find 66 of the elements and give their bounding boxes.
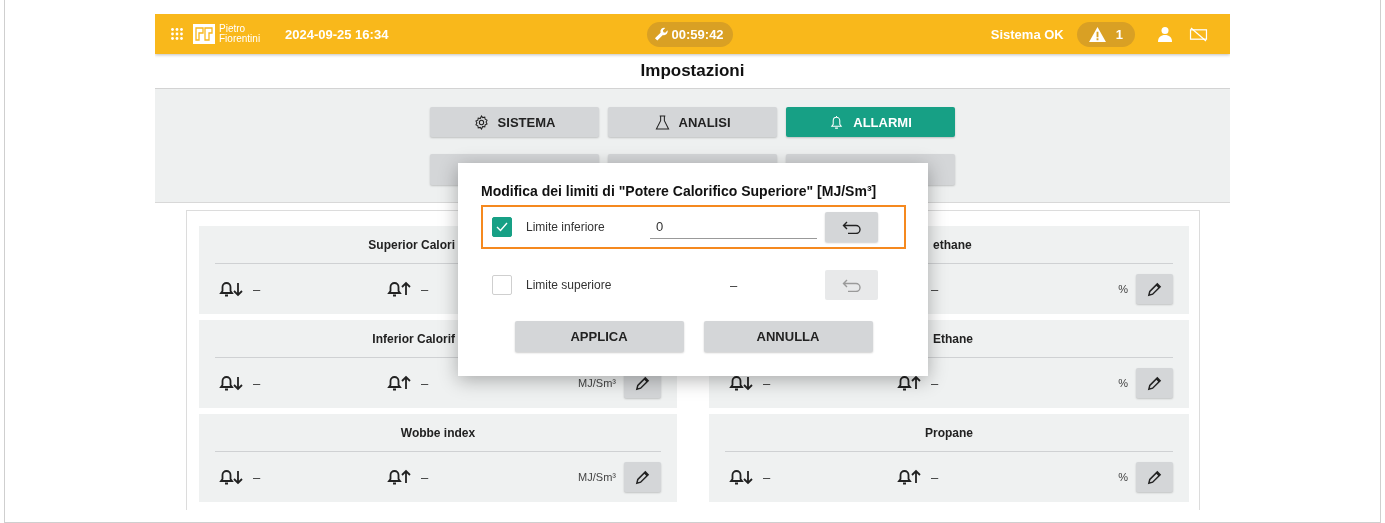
bell-down-icon — [729, 468, 753, 486]
pencil-icon — [1147, 469, 1162, 485]
unit-label: MJ/Sm³ — [578, 377, 616, 389]
limit-input[interactable]: 0 — [650, 215, 817, 239]
edit-button[interactable] — [1136, 274, 1173, 304]
low-limit-value: – — [763, 375, 771, 391]
wrench-icon — [653, 26, 669, 42]
limit-label: Limite inferiore — [526, 220, 606, 234]
card-title: Ethane — [933, 331, 973, 346]
brand-name: Pietro Fiorentini — [219, 24, 262, 44]
high-limit-value: – — [931, 375, 939, 391]
card-title: Superior Calori — [368, 237, 455, 252]
bell-down-icon — [219, 374, 243, 392]
bell-up-icon — [387, 468, 411, 486]
low-limit-value: – — [253, 375, 261, 391]
limit-label: Limite superiore — [526, 278, 613, 292]
section-tab[interactable]: ANALISI — [608, 107, 777, 137]
section-tab[interactable]: SISTEMA — [430, 107, 599, 137]
high-limit-value: – — [931, 469, 939, 485]
reset-button[interactable] — [825, 212, 878, 242]
high-limit-value: – — [421, 375, 429, 391]
bell-down-icon — [729, 374, 753, 392]
high-limit-value: – — [931, 281, 939, 297]
flask-icon — [654, 114, 670, 130]
edit-button[interactable] — [624, 462, 661, 492]
checkbox[interactable] — [492, 275, 512, 295]
bell-up-icon — [897, 468, 921, 486]
card-title: Wobbe index — [400, 425, 476, 440]
high-limit-value: – — [421, 281, 429, 297]
dialog-button[interactable]: ANNULLA — [703, 321, 873, 352]
unit-label: % — [1118, 471, 1128, 483]
low-limit-value: – — [253, 469, 261, 485]
warning-icon — [1088, 26, 1106, 42]
dialog-title: Modifica dei limiti di "Potere Calorifico Superiore" [MJ/Sm³] — [481, 183, 878, 199]
card-title: ethane — [933, 237, 972, 252]
timer-text: 00:59:42 — [671, 26, 724, 42]
undo-icon — [841, 278, 862, 292]
bell-down-icon — [219, 468, 243, 486]
card-title: Inferior Calorif — [372, 331, 455, 346]
pencil-icon — [1147, 375, 1162, 391]
unit-label: % — [1118, 283, 1128, 295]
dialog-button[interactable]: APPLICA — [514, 321, 684, 352]
limit-input[interactable]: – — [650, 273, 817, 297]
bell-up-icon — [897, 374, 921, 392]
unit-label: MJ/Sm³ — [578, 471, 616, 483]
bell-icon — [829, 114, 845, 130]
page-title: Impostazioni — [640, 61, 745, 81]
settings-icon — [473, 114, 489, 130]
unit-label: % — [1118, 377, 1128, 389]
edit-button[interactable] — [1136, 368, 1173, 398]
pencil-icon — [1147, 281, 1162, 297]
date-time: 2024-09-25 16:34 — [285, 26, 389, 42]
edit-button[interactable] — [1136, 462, 1173, 492]
low-limit-value: – — [253, 281, 261, 297]
checkbox[interactable] — [492, 217, 512, 237]
system-status: Sistema OK — [990, 26, 1064, 42]
low-limit-value: – — [763, 469, 771, 485]
logo-icon — [193, 24, 215, 44]
bell-down-icon — [219, 280, 243, 298]
high-limit-value: – — [421, 469, 429, 485]
bell-up-icon — [387, 374, 411, 392]
undo-icon — [841, 220, 862, 234]
card-title: Propane — [925, 425, 973, 440]
bell-up-icon — [387, 280, 411, 298]
pencil-icon — [635, 469, 650, 485]
pencil-icon — [635, 375, 650, 391]
